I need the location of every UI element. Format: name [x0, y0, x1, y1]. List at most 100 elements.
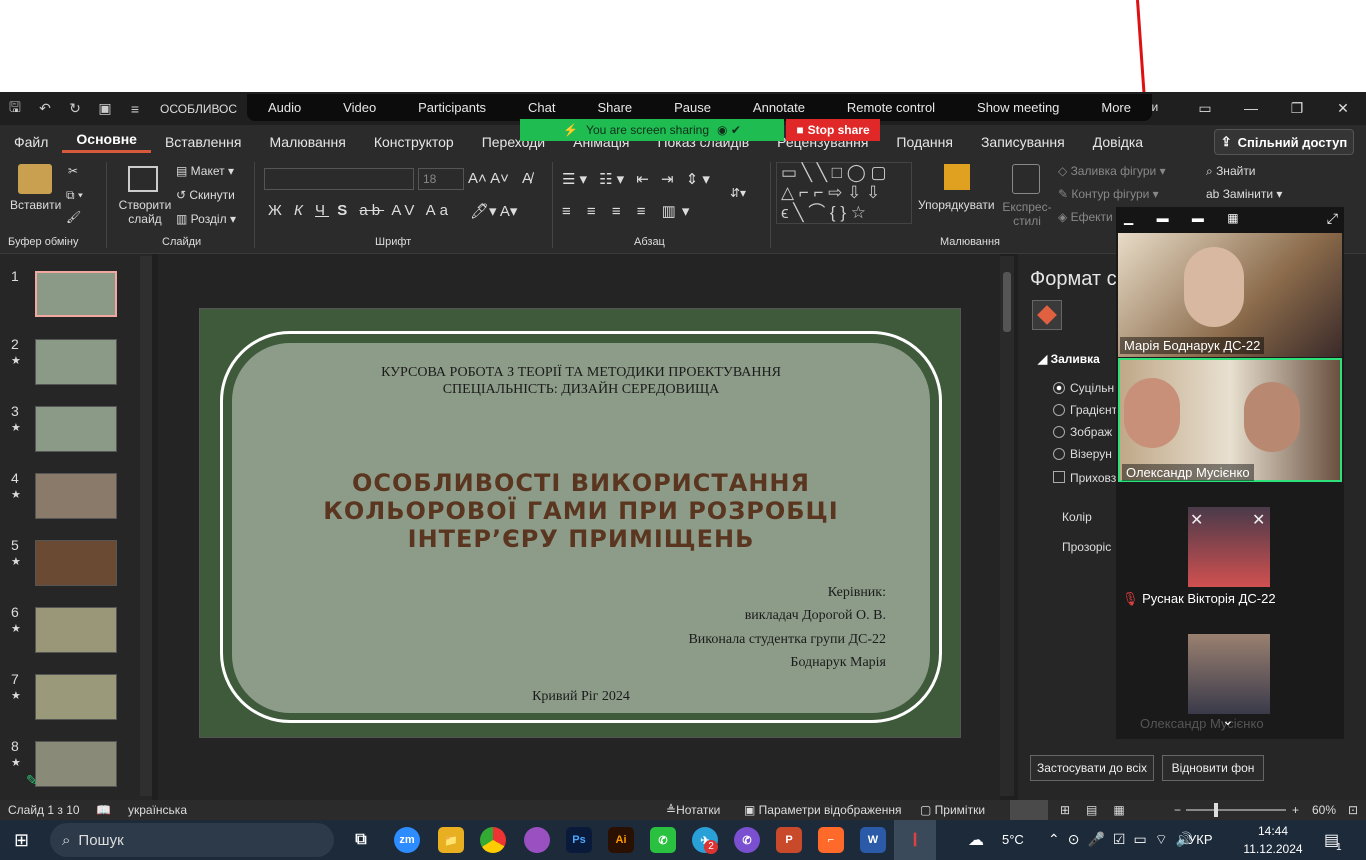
- tab-help[interactable]: Довідка: [1079, 134, 1157, 150]
- zoom-show-meeting-button[interactable]: Show meeting: [977, 100, 1059, 115]
- clear-format-icon[interactable]: A̸: [522, 170, 532, 187]
- tray-icons[interactable]: ⌃⊙🎤☑▭⌔🔊: [1048, 831, 1201, 849]
- zoom-slider-thumb[interactable]: [1214, 803, 1218, 817]
- zoom-remote-control-button[interactable]: Remote control: [847, 100, 935, 115]
- redo-icon[interactable]: ↻: [60, 100, 90, 117]
- slide-thumbnail[interactable]: [35, 271, 117, 317]
- file-explorer-icon[interactable]: 📁: [438, 827, 464, 853]
- video-tile-participant[interactable]: Марія Боднарук ДС-22: [1118, 233, 1342, 357]
- reset-button[interactable]: ↺ Скинути: [176, 188, 235, 202]
- video-tile-active-speaker[interactable]: Олександр Мусієнко: [1118, 358, 1342, 482]
- word-icon[interactable]: W: [860, 827, 886, 853]
- slide-thumbnail[interactable]: [35, 607, 117, 653]
- ribbon-display-icon[interactable]: ▭: [1182, 92, 1228, 125]
- pen-icon[interactable]: ✎: [26, 772, 38, 789]
- slide-thumbnail[interactable]: [35, 674, 117, 720]
- display-settings-button[interactable]: ▣ Параметри відображення: [744, 803, 901, 817]
- zoom-in-icon[interactable]: +: [1292, 803, 1299, 817]
- photoshop-icon[interactable]: Ps: [566, 827, 592, 853]
- new-slide-icon[interactable]: [128, 166, 158, 192]
- minimize-icon[interactable]: —: [1228, 92, 1274, 125]
- zoom-video-button[interactable]: Video: [343, 100, 376, 115]
- annotation-app-icon[interactable]: Ⅰ: [902, 827, 928, 853]
- fill-radio-pattern[interactable]: [1053, 448, 1065, 460]
- sublime-icon[interactable]: ⌐: [818, 827, 844, 853]
- powerpoint-icon[interactable]: P: [776, 827, 802, 853]
- shape-outline-button[interactable]: ✎ Контур фігури ▾: [1058, 187, 1159, 201]
- tab-design[interactable]: Конструктор: [360, 134, 468, 150]
- taskbar-search[interactable]: ⌕ Пошук: [50, 823, 334, 857]
- apply-to-all-button[interactable]: Застосувати до всіх: [1030, 755, 1154, 781]
- arrange-button[interactable]: Упорядкувати: [918, 198, 995, 212]
- slide-thumbnail[interactable]: [35, 741, 117, 787]
- shape-fill-button[interactable]: ◇ Заливка фігури ▾: [1058, 164, 1166, 178]
- find-button[interactable]: ⌕ Знайти: [1206, 164, 1256, 179]
- new-slide-button[interactable]: Створити слайд: [118, 198, 172, 226]
- fill-radio-gradient[interactable]: [1053, 404, 1065, 416]
- tab-home[interactable]: Основне: [62, 131, 151, 153]
- font-size-field[interactable]: 18: [418, 168, 464, 190]
- fill-section-header[interactable]: ◢ Заливка: [1038, 352, 1100, 366]
- view-layout-icons[interactable]: ▁ ▬ ▬ ▦: [1124, 211, 1249, 225]
- language-status[interactable]: українська: [128, 803, 187, 817]
- zoom-chat-button[interactable]: Chat: [528, 100, 555, 115]
- copy-icon[interactable]: ⧉ ▾: [66, 188, 83, 203]
- zoom-share-button[interactable]: Share: [597, 100, 632, 115]
- customize-qat-icon[interactable]: ≡: [120, 101, 150, 117]
- tab-insert[interactable]: Вставлення: [151, 134, 256, 150]
- color-app-icon[interactable]: [524, 827, 550, 853]
- zoom-out-icon[interactable]: −: [1174, 803, 1181, 817]
- cut-icon[interactable]: ✂: [68, 164, 78, 178]
- zoom-audio-button[interactable]: Audio: [268, 100, 301, 115]
- reset-background-button[interactable]: Відновити фон: [1162, 755, 1264, 781]
- highlight-color-icon[interactable]: 🖊▾ A▾: [470, 202, 517, 220]
- replace-button[interactable]: ab Замінити ▾: [1206, 187, 1282, 201]
- editor-scrollbar[interactable]: [1000, 256, 1014, 796]
- text-direction-icon[interactable]: ⇵▾: [730, 186, 746, 200]
- fill-radio-picture[interactable]: [1053, 426, 1065, 438]
- zoom-slider[interactable]: [1186, 809, 1286, 811]
- zoom-participants-button[interactable]: Participants: [418, 100, 486, 115]
- viber-icon[interactable]: ✆: [734, 827, 760, 853]
- notes-button[interactable]: ≜Нотатки: [666, 803, 720, 817]
- tab-draw[interactable]: Малювання: [255, 134, 359, 150]
- accessibility-icon[interactable]: 📖: [96, 803, 111, 817]
- current-slide[interactable]: КУРСОВА РОБОТА З ТЕОРІЇ ТА МЕТОДИКИ ПРОЕ…: [199, 308, 961, 738]
- phone-app-icon[interactable]: ✆: [650, 827, 676, 853]
- normal-view-button[interactable]: [1010, 800, 1048, 820]
- font-name-field[interactable]: [264, 168, 414, 190]
- slide-thumbnail[interactable]: [35, 473, 117, 519]
- temperature[interactable]: 5°C: [1002, 832, 1024, 847]
- expand-icon[interactable]: ⤢: [1327, 210, 1338, 227]
- fit-slide-icon[interactable]: ⊡: [1348, 803, 1358, 817]
- scroll-thumb[interactable]: [1003, 272, 1011, 332]
- view-buttons[interactable]: ⊞▤▦: [1060, 803, 1141, 817]
- chrome-icon[interactable]: [480, 827, 506, 853]
- zoom-more-button[interactable]: More: [1101, 100, 1131, 115]
- align-buttons[interactable]: ≡ ≡ ≡ ≡ ▥▾: [562, 202, 695, 220]
- task-view-icon[interactable]: ⧉: [348, 827, 374, 853]
- clock-time[interactable]: 14:44: [1238, 824, 1308, 838]
- section-button[interactable]: ▥ Розділ ▾: [176, 212, 236, 226]
- fill-radio-solid[interactable]: [1053, 382, 1065, 394]
- input-language[interactable]: УКР: [1188, 832, 1213, 847]
- zoom-app-icon[interactable]: zm: [394, 827, 420, 853]
- tab-record[interactable]: Записування: [967, 134, 1079, 150]
- share-access-button[interactable]: ⇪ Спільний доступ: [1214, 129, 1354, 155]
- slide-thumbnail[interactable]: [35, 540, 117, 586]
- shape-effects-button[interactable]: ◈ Ефекти: [1058, 210, 1113, 224]
- hide-graphics-checkbox[interactable]: [1053, 471, 1065, 483]
- comments-button[interactable]: ▢ Примітки: [920, 803, 985, 817]
- windows-start-icon[interactable]: ⊞: [14, 830, 29, 851]
- quick-styles-icon[interactable]: [1012, 164, 1040, 194]
- format-painter-icon[interactable]: 🖌: [66, 210, 81, 224]
- weather-icon[interactable]: ☁: [968, 830, 984, 850]
- zoom-level[interactable]: 60%: [1312, 803, 1336, 817]
- thumbnails-scrollbar[interactable]: [140, 256, 152, 796]
- paste-button[interactable]: Вставити: [10, 198, 61, 212]
- save-icon[interactable]: 🖫: [0, 97, 30, 121]
- shapes-gallery[interactable]: ▭ ╲ ╲ □ ◯ ▢ △ ⌐ ⌐ ⇨ ⇩ ⇩ ϵ ╲ ⌒ { } ☆: [776, 162, 912, 224]
- quick-styles-button[interactable]: Експрес-стилі: [1002, 200, 1052, 228]
- zoom-pause-button[interactable]: Pause: [674, 100, 711, 115]
- present-icon[interactable]: ▣: [90, 100, 120, 117]
